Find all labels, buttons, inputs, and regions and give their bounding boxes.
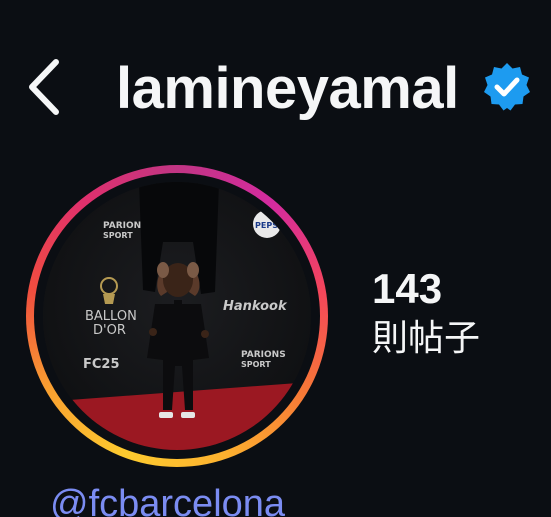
backdrop-fc-text: FC25 [83, 357, 120, 372]
backdrop-hankook-text: Hankook [223, 299, 288, 314]
verified-badge-icon [484, 63, 530, 111]
backdrop-ballon-text: BALLON [85, 309, 137, 324]
profile-avatar[interactable]: PARIONS SPORT PARIONS SPORT BALLON D'OR … [26, 165, 328, 467]
svg-text:SPORT: SPORT [241, 360, 271, 369]
svg-text:SPORT: SPORT [103, 231, 133, 240]
posts-count: 143 [372, 265, 443, 312]
back-button[interactable] [22, 52, 72, 122]
bio-mention-link[interactable]: @fcbarcelona [50, 480, 285, 517]
svg-text:PARIONS: PARIONS [241, 350, 286, 360]
profile-header: lamineyamal [0, 0, 551, 170]
avatar-photo: PARIONS SPORT PARIONS SPORT BALLON D'OR … [43, 182, 311, 450]
svg-text:D'OR: D'OR [93, 323, 126, 338]
chevron-left-icon [29, 59, 59, 115]
profile-username: lamineyamal [116, 56, 459, 121]
avatar-image: PARIONS SPORT PARIONS SPORT BALLON D'OR … [43, 182, 311, 450]
posts-label: 則帖子 [372, 318, 481, 359]
posts-stat[interactable]: 143 則帖子 [372, 263, 532, 363]
